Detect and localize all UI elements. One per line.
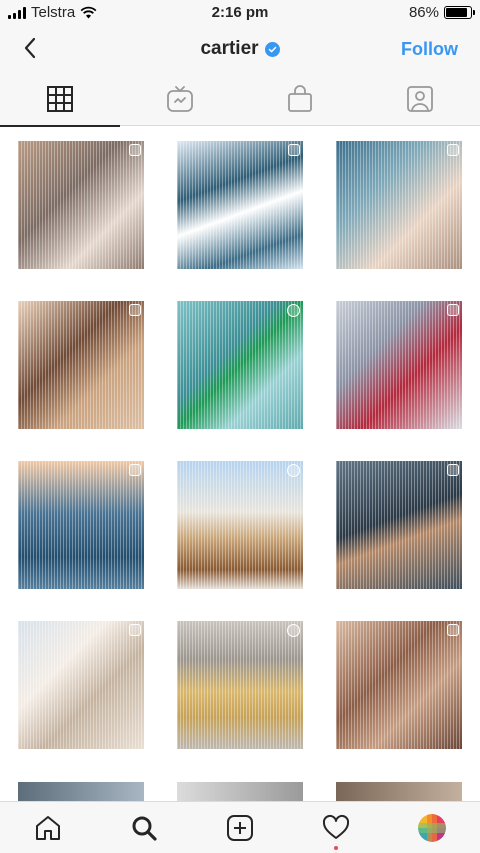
status-bar: Telstra 2:16 pm 86%	[0, 0, 480, 26]
profile-tabs	[0, 72, 480, 127]
nav-profile[interactable]	[384, 802, 480, 853]
multi-photo-icon	[129, 624, 141, 636]
grid-icon	[47, 86, 73, 112]
tagged-person-icon	[407, 86, 433, 112]
video-icon	[287, 624, 300, 637]
tab-grid[interactable]	[0, 72, 120, 127]
tile-texture	[177, 621, 303, 749]
tile-texture	[18, 301, 144, 429]
nav-activity[interactable]	[288, 802, 384, 853]
multi-photo-icon	[447, 624, 459, 636]
tab-shop[interactable]	[240, 72, 360, 126]
nav-search[interactable]	[96, 802, 192, 853]
post-tile-ocean-perfume[interactable]	[18, 461, 144, 589]
search-icon	[132, 816, 157, 841]
home-icon	[36, 816, 60, 840]
post-tile-bracelet-on-wrist[interactable]	[336, 141, 462, 269]
tile-texture	[336, 141, 462, 269]
nav-home[interactable]	[0, 802, 96, 853]
post-tile-tank-watch[interactable]	[177, 621, 303, 749]
tab-tagged[interactable]	[360, 72, 480, 126]
video-icon	[287, 464, 300, 477]
tile-texture	[177, 301, 303, 429]
nav-new-post[interactable]	[192, 802, 288, 853]
post-tile-partial[interactable]	[336, 782, 462, 802]
profile-avatar-icon	[418, 814, 446, 842]
tile-texture	[18, 141, 144, 269]
posts-grid-next-row	[18, 782, 466, 802]
igtv-icon	[167, 86, 193, 112]
tile-texture	[18, 461, 144, 589]
follow-button[interactable]: Follow	[401, 39, 458, 60]
add-post-icon	[227, 815, 253, 841]
video-icon	[287, 304, 300, 317]
post-tile-partial[interactable]	[18, 782, 144, 802]
multi-photo-icon	[447, 464, 459, 476]
tile-texture	[177, 461, 303, 589]
post-tile-partial[interactable]	[177, 782, 303, 802]
bottom-nav	[0, 801, 480, 853]
tile-texture	[177, 141, 303, 269]
post-tile-ballon-bleu-watch[interactable]	[177, 461, 303, 589]
multi-photo-icon	[129, 304, 141, 316]
notification-dot	[334, 846, 338, 850]
multi-photo-icon	[447, 304, 459, 316]
shopping-bag-icon	[288, 85, 312, 112]
post-tile-woman-city-lights[interactable]	[336, 461, 462, 589]
page-title: cartier	[200, 38, 259, 59]
tile-texture	[336, 301, 462, 429]
multi-photo-icon	[129, 464, 141, 476]
verified-badge-icon	[264, 41, 280, 57]
post-tile-woman-red-bag[interactable]	[336, 301, 462, 429]
multi-photo-icon	[447, 144, 459, 156]
tab-igtv[interactable]	[120, 72, 240, 126]
post-tile-perfume-bottle[interactable]	[18, 621, 144, 749]
tile-texture	[336, 621, 462, 749]
profile-header: cartier Follow	[0, 26, 480, 72]
chevron-left-icon	[24, 37, 36, 59]
post-tile-emerald-ring[interactable]	[177, 301, 303, 429]
post-tile-panther-bracelet[interactable]	[177, 141, 303, 269]
tile-texture	[18, 621, 144, 749]
status-right: 86%	[408, 4, 475, 21]
tile-texture	[336, 461, 462, 589]
multi-photo-icon	[129, 144, 141, 156]
battery-icon	[444, 6, 475, 19]
back-button[interactable]	[16, 34, 44, 62]
post-tile-man-portrait[interactable]	[18, 301, 144, 429]
post-tile-woman-with-ring[interactable]	[18, 141, 144, 269]
multi-photo-icon	[288, 144, 300, 156]
post-tile-hands-bracelets[interactable]	[336, 621, 462, 749]
battery-percent: 86%	[408, 4, 439, 21]
activity-heart-icon	[322, 814, 350, 839]
posts-grid	[18, 141, 466, 749]
battery-fill	[446, 8, 467, 17]
